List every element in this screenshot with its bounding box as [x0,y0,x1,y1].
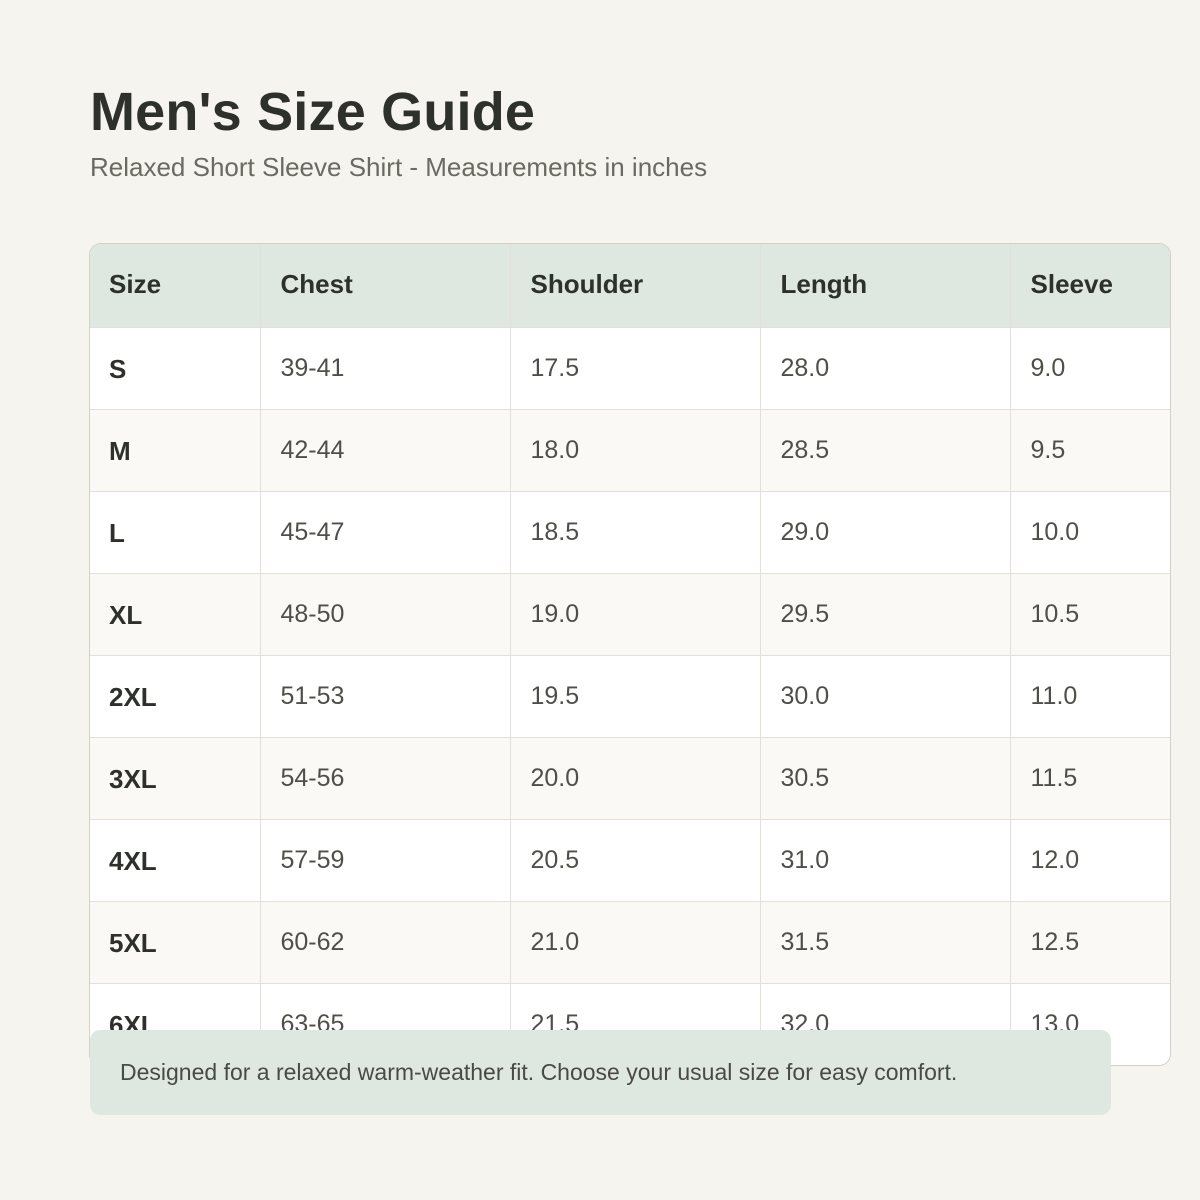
length-cell: 30.5 [760,737,1011,820]
length-cell: 31.5 [760,901,1011,984]
table-row: S 39-41 17.5 28.0 9.0 [90,327,1170,410]
size-cell: S [90,327,261,410]
sleeve-cell: 9.0 [1010,327,1170,410]
table-row: L 45-47 18.5 29.0 10.0 [90,491,1170,574]
size-cell: L [90,491,261,574]
table-row: 2XL 51-53 19.5 30.0 11.0 [90,655,1170,738]
column-header-sleeve: Sleeve [1010,244,1170,328]
table-row: 4XL 57-59 20.5 31.0 12.0 [90,819,1170,902]
chest-cell: 45-47 [260,491,511,574]
shoulder-cell: 18.0 [510,409,761,492]
table-header-row: Size Chest Shoulder Length Sleeve [90,244,1170,328]
size-cell: XL [90,573,261,656]
shoulder-cell: 20.0 [510,737,761,820]
shoulder-cell: 20.5 [510,819,761,902]
size-table: Size Chest Shoulder Length Sleeve S 39-4… [90,244,1170,1065]
size-cell: 5XL [90,901,261,984]
length-cell: 30.0 [760,655,1011,738]
column-header-chest: Chest [260,244,511,328]
table-row: 5XL 60-62 21.0 31.5 12.5 [90,901,1170,984]
length-cell: 28.5 [760,409,1011,492]
sleeve-cell: 11.0 [1010,655,1170,738]
chest-cell: 51-53 [260,655,511,738]
sleeve-cell: 11.5 [1010,737,1170,820]
chest-cell: 60-62 [260,901,511,984]
sleeve-cell: 10.5 [1010,573,1170,656]
chest-cell: 39-41 [260,327,511,410]
length-cell: 31.0 [760,819,1011,902]
table-row: M 42-44 18.0 28.5 9.5 [90,409,1170,492]
table-row: 3XL 54-56 20.0 30.5 11.5 [90,737,1170,820]
sleeve-cell: 12.5 [1010,901,1170,984]
length-cell: 29.5 [760,573,1011,656]
length-cell: 28.0 [760,327,1011,410]
size-table-card: Size Chest Shoulder Length Sleeve S 39-4… [89,243,1171,1066]
column-header-length: Length [760,244,1011,328]
size-cell: M [90,409,261,492]
chest-cell: 42-44 [260,409,511,492]
page-title: Men's Size Guide [90,82,536,142]
table-row: XL 48-50 19.0 29.5 10.5 [90,573,1170,656]
shoulder-cell: 17.5 [510,327,761,410]
shoulder-cell: 21.0 [510,901,761,984]
page-subtitle: Relaxed Short Sleeve Shirt - Measurement… [90,152,708,182]
shoulder-cell: 19.0 [510,573,761,656]
sleeve-cell: 9.5 [1010,409,1170,492]
chest-cell: 54-56 [260,737,511,820]
column-header-size: Size [90,244,261,328]
length-cell: 29.0 [760,491,1011,574]
column-header-shoulder: Shoulder [510,244,761,328]
size-cell: 2XL [90,655,261,738]
fit-note-text: Designed for a relaxed warm-weather fit.… [120,1059,958,1085]
size-cell: 3XL [90,737,261,820]
fit-note: Designed for a relaxed warm-weather fit.… [90,1030,1111,1115]
size-cell: 4XL [90,819,261,902]
shoulder-cell: 18.5 [510,491,761,574]
sleeve-cell: 12.0 [1010,819,1170,902]
chest-cell: 57-59 [260,819,511,902]
chest-cell: 48-50 [260,573,511,656]
sleeve-cell: 10.0 [1010,491,1170,574]
shoulder-cell: 19.5 [510,655,761,738]
